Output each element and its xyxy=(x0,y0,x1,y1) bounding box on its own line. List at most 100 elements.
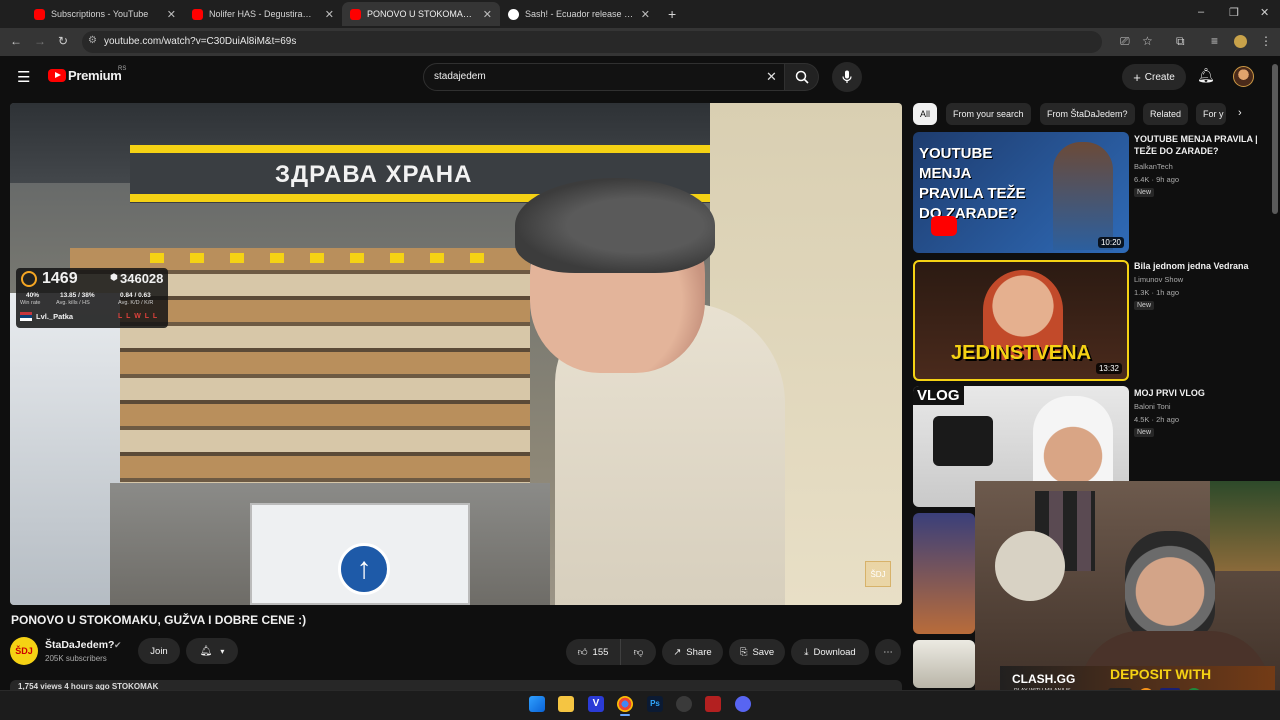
discord-icon[interactable] xyxy=(735,696,751,712)
like-button[interactable]: 👍︎ 155 xyxy=(566,639,620,665)
obs-icon[interactable] xyxy=(676,696,692,712)
browser-tab[interactable]: Sash! - Ecuador release date - G ✕ xyxy=(500,2,658,26)
chevron-down-icon: ▾ xyxy=(220,646,225,656)
related-channel-name[interactable]: Limunov Show xyxy=(1134,275,1183,284)
windows-taskbar xyxy=(0,690,1280,720)
related-thumbnail[interactable] xyxy=(913,513,975,634)
poster xyxy=(1210,481,1280,571)
address-bar[interactable]: ⚙ youtube.com/watch?v=C30DuiAl8iM&t=69s xyxy=(82,31,1102,53)
yellow-stripe xyxy=(130,145,770,153)
related-video-title[interactable]: Bila jednom jedna Vedrana xyxy=(1134,260,1274,272)
subscribed-notifications-button[interactable]: 🔔︎ ▾ xyxy=(186,638,238,664)
related-video-title[interactable]: YOUTUBE MENJA PRAVILA | TEŽE DO ZARADE? xyxy=(1134,133,1274,157)
youtube-play-icon xyxy=(931,216,957,236)
related-channel-name[interactable]: BalkanTech xyxy=(1134,162,1173,171)
share-label: Share xyxy=(686,646,712,658)
region-code: RS xyxy=(118,66,127,72)
chip-related[interactable]: Related xyxy=(1143,103,1189,125)
profile-avatar[interactable] xyxy=(1234,35,1247,48)
reading-list-icon[interactable]: ≡ xyxy=(1211,34,1218,48)
thumbnail-person xyxy=(1053,142,1113,250)
close-tab-icon[interactable]: ✕ xyxy=(167,8,176,21)
more-horizontal-icon: ⋯ xyxy=(883,646,893,658)
restore-window-button[interactable]: ❐ xyxy=(1229,6,1239,19)
stat-value: 0.84 / 0.63 xyxy=(120,292,151,299)
related-thumbnail[interactable] xyxy=(913,640,975,688)
channel-name[interactable]: ŠtaDaJedem? xyxy=(45,639,114,651)
stat-label: Win rate xyxy=(20,300,41,306)
related-thumbnail[interactable]: JEDINSTVENA 13:32 xyxy=(913,260,1129,381)
thumbnail-text: JEDINSTVENA xyxy=(950,342,1092,364)
more-actions-button[interactable]: ⋯ xyxy=(875,639,901,665)
youtube-logo-icon[interactable] xyxy=(48,69,66,82)
reload-icon[interactable]: ↻ xyxy=(58,34,68,48)
related-thumbnail[interactable]: YOUTUBE MENJA PRAVILA TEŽE DO ZARADE? 10… xyxy=(913,132,1129,253)
related-video-meta: 4.5K · 2h ago xyxy=(1134,415,1180,424)
game-stats-overlay: 1469 ⬢ 346028 40% Win rate 13.85 / 38% A… xyxy=(16,268,168,328)
up-arrow-sign-icon: ↑ xyxy=(338,543,390,595)
youtube-logo-text[interactable]: Premium xyxy=(68,68,122,83)
account-avatar[interactable] xyxy=(1233,66,1254,87)
search-button[interactable] xyxy=(785,63,819,91)
cast-icon[interactable]: ⎚ xyxy=(1120,34,1130,49)
search-input[interactable]: stadajedem xyxy=(434,71,486,82)
serbia-flag-icon xyxy=(20,312,32,321)
join-button[interactable]: Join xyxy=(138,638,180,664)
bookmark-star-icon[interactable]: ☆ xyxy=(1142,34,1153,48)
extensions-icon[interactable]: ⧉ xyxy=(1176,34,1185,49)
price-tags xyxy=(150,253,510,263)
chrome-icon[interactable] xyxy=(617,696,633,712)
back-icon[interactable]: ← xyxy=(10,34,22,48)
photoshop-icon[interactable]: Ps xyxy=(647,696,663,712)
recent-results: L L W L L xyxy=(118,313,159,320)
close-tab-icon[interactable]: ✕ xyxy=(641,8,650,21)
share-button[interactable]: ↗ Share xyxy=(662,639,723,665)
video-player[interactable]: ЗДРАВА ХРАНА ↑ ŠDJ 1469 ⬢ 346028 40% Win… xyxy=(10,103,902,605)
close-window-button[interactable]: ✕ xyxy=(1260,6,1269,19)
active-app-indicator xyxy=(620,714,630,716)
channel-watermark-icon[interactable]: ŠDJ xyxy=(865,561,891,587)
chip-all[interactable]: All xyxy=(913,103,938,125)
youtube-favicon-icon xyxy=(34,8,45,20)
shield-app-icon[interactable] xyxy=(705,696,721,712)
close-tab-icon[interactable]: ✕ xyxy=(325,8,334,21)
tab-title: Sash! - Ecuador release date - G xyxy=(525,9,635,19)
browser-tab[interactable]: Nolifer HAS - Degustiram 2 naj ✕ xyxy=(184,2,342,26)
create-button[interactable]: + Create xyxy=(1122,64,1186,90)
hamburger-menu-icon[interactable]: ☰ xyxy=(17,68,30,86)
notifications-bell-icon[interactable]: 🔔︎ xyxy=(1197,67,1215,84)
chips-next-arrow-icon[interactable]: › xyxy=(1238,107,1242,119)
stat-label: Avg. K/D / K/R xyxy=(118,300,154,306)
chip-from-search[interactable]: From your search xyxy=(946,103,1031,125)
chip-for-you[interactable]: For y xyxy=(1196,103,1226,125)
save-button[interactable]: ⎘ Save xyxy=(729,639,785,665)
browser-tab-active[interactable]: PONOVO U STOKOMAKU, GUŽ ✕ xyxy=(342,2,500,26)
points-value: 346028 xyxy=(120,271,164,286)
close-tab-icon[interactable]: ✕ xyxy=(483,8,492,21)
search-box[interactable]: stadajedem ✕ xyxy=(423,63,785,91)
vegas-app-icon[interactable]: V xyxy=(588,696,604,712)
browser-tab[interactable]: Subscriptions - YouTube ✕ xyxy=(26,2,184,26)
minimize-window-button[interactable]: – xyxy=(1198,6,1204,18)
windows-start-icon[interactable] xyxy=(529,696,545,712)
channel-avatar[interactable]: ŠDJ xyxy=(10,637,38,665)
voice-search-button[interactable] xyxy=(832,62,862,92)
store-sign-text: ЗДРАВА ХРАНА xyxy=(275,161,473,188)
url-text[interactable]: youtube.com/watch?v=C30DuiAl8iM&t=69s xyxy=(104,36,296,47)
plus-icon: + xyxy=(1133,69,1141,85)
file-explorer-icon[interactable] xyxy=(558,696,574,712)
related-video-title[interactable]: MOJ PRVI VLOG xyxy=(1134,387,1274,399)
clear-search-icon[interactable]: ✕ xyxy=(766,69,777,85)
site-info-icon[interactable]: ⚙ xyxy=(88,35,97,46)
download-button[interactable]: ⤓ Download xyxy=(791,639,869,665)
forward-icon[interactable]: → xyxy=(34,34,46,48)
browser-menu-icon[interactable]: ⋮ xyxy=(1260,34,1272,48)
related-channel-name[interactable]: Baloni Toni xyxy=(1134,402,1171,411)
youtube-favicon-icon xyxy=(350,8,361,20)
dislike-button[interactable]: 👎︎ xyxy=(620,639,656,665)
chip-from-channel[interactable]: From ŠtaDaJedem? xyxy=(1040,103,1135,125)
thumbnail-camera xyxy=(933,416,993,466)
new-badge: New xyxy=(1134,301,1155,310)
page-scrollbar[interactable] xyxy=(1272,64,1278,214)
new-tab-button[interactable]: + xyxy=(660,2,684,26)
